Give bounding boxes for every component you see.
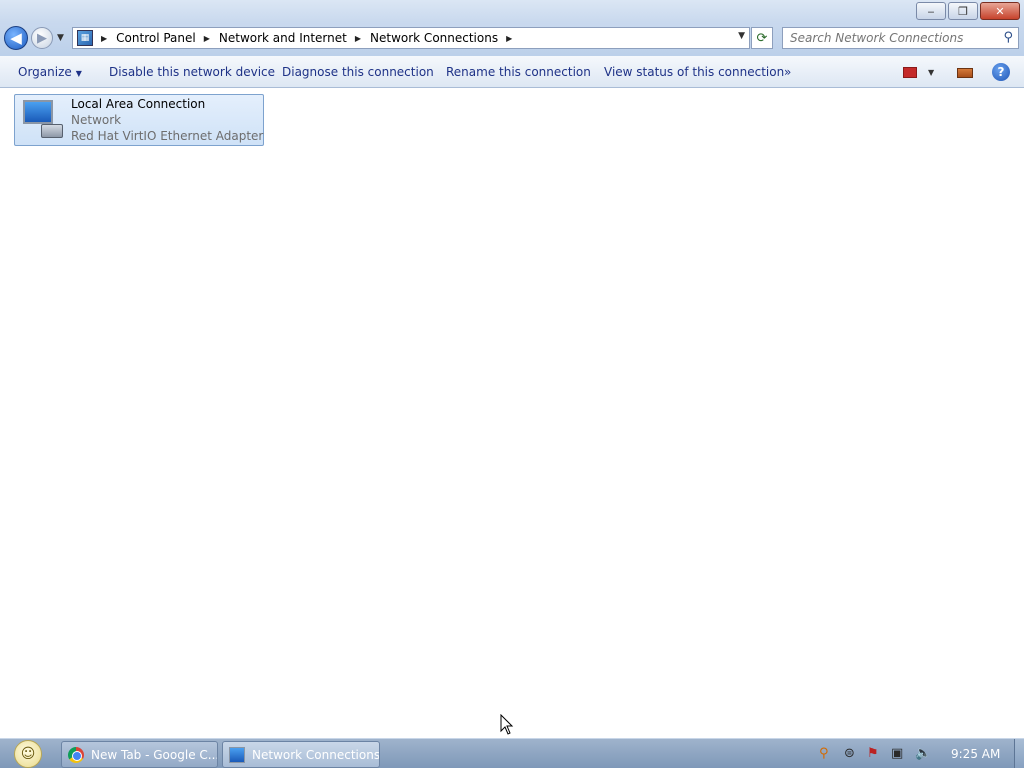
window-controls: ‒ ❐ ✕ xyxy=(914,2,1020,20)
preview-pane-icon[interactable] xyxy=(957,68,973,78)
start-button[interactable]: ☺ xyxy=(8,739,48,768)
clock[interactable]: 9:25 AM xyxy=(951,747,1000,761)
file-list: Local Area Connection Network Red Hat Vi… xyxy=(0,88,1024,738)
diagnose-button[interactable]: Diagnose this connection xyxy=(282,65,434,79)
search-box[interactable]: ⚲ xyxy=(782,27,1019,49)
taskbar-item-label: Network Connections xyxy=(252,747,380,762)
breadcrumb-network-connections[interactable]: Network Connections xyxy=(370,31,498,45)
action-center-icon[interactable]: ⚑ xyxy=(867,746,879,761)
control-panel-icon: ▦ xyxy=(77,30,93,46)
rename-button[interactable]: Rename this connection xyxy=(446,65,591,79)
recent-pages-dropdown[interactable]: ▼ xyxy=(57,33,64,43)
close-button[interactable]: ✕ xyxy=(980,2,1020,20)
organize-label: Organize xyxy=(18,65,72,79)
taskbar-item-network-connections[interactable]: Network Connections xyxy=(222,741,380,768)
breadcrumb-network-and-internet[interactable]: Network and Internet xyxy=(219,31,347,45)
network-connections-icon xyxy=(229,746,245,763)
breadcrumb-arrow-icon[interactable]: ▶ xyxy=(204,34,210,43)
connection-name: Local Area Connection xyxy=(71,97,206,111)
chrome-icon xyxy=(68,746,84,763)
keyboard-tray-icon[interactable]: ⊜ xyxy=(844,746,855,761)
search-tray-icon[interactable]: ⚲ xyxy=(819,746,829,761)
monitor-icon xyxy=(23,100,53,124)
taskbar-item-label: New Tab - Google C... xyxy=(91,747,218,762)
mouse-cursor-icon xyxy=(500,714,514,735)
taskbar: ☺ New Tab - Google C... Network Connecti… xyxy=(0,738,1024,768)
search-icon[interactable]: ⚲ xyxy=(1003,30,1013,45)
connection-adapter: Red Hat VirtIO Ethernet Adapter xyxy=(71,129,264,143)
more-commands-button[interactable]: » xyxy=(784,65,791,79)
address-bar[interactable]: ▦ ▶ Control Panel ▶ Network and Internet… xyxy=(72,27,750,49)
network-tray-icon[interactable]: ▣ xyxy=(891,746,903,761)
forward-button[interactable]: ▶ xyxy=(31,27,53,49)
network-adapter-icon xyxy=(19,98,65,142)
help-icon[interactable]: ? xyxy=(992,63,1010,81)
chevron-down-icon: ▼ xyxy=(75,69,82,78)
change-view-icon[interactable] xyxy=(903,67,917,78)
breadcrumb-arrow-icon[interactable]: ▶ xyxy=(506,34,512,43)
disable-device-button[interactable]: Disable this network device xyxy=(109,65,275,79)
search-input[interactable] xyxy=(790,31,990,45)
volume-icon[interactable]: 🔈 xyxy=(915,746,931,761)
connection-network: Network xyxy=(71,113,122,127)
breadcrumb-arrow-icon[interactable]: ▶ xyxy=(101,34,107,43)
title-bar: ‒ ❐ ✕ xyxy=(0,0,1024,22)
start-orb-icon: ☺ xyxy=(14,740,42,768)
restore-button[interactable]: ❐ xyxy=(948,2,978,20)
view-status-button[interactable]: View status of this connection xyxy=(604,65,784,79)
refresh-button[interactable]: ⟳ xyxy=(751,27,773,49)
breadcrumb-control-panel[interactable]: Control Panel xyxy=(116,31,196,45)
minimize-button[interactable]: ‒ xyxy=(916,2,946,20)
back-button[interactable]: ◀ xyxy=(4,26,28,50)
command-bar: Organize ▼ Disable this network device Di… xyxy=(0,56,1024,88)
address-row: ◀ ▶ ▼ ▦ ▶ Control Panel ▶ Network and In… xyxy=(0,22,1024,56)
address-dropdown-icon[interactable]: ▼ xyxy=(738,31,745,41)
organize-button[interactable]: Organize ▼ xyxy=(18,65,82,79)
view-dropdown-icon[interactable]: ▼ xyxy=(928,68,934,77)
ethernet-plug-icon xyxy=(41,124,63,138)
breadcrumb-arrow-icon[interactable]: ▶ xyxy=(355,34,361,43)
show-desktop-button[interactable] xyxy=(1014,739,1024,768)
connection-item-local-area[interactable]: Local Area Connection Network Red Hat Vi… xyxy=(14,94,264,146)
taskbar-item-chrome[interactable]: New Tab - Google C... xyxy=(61,741,218,768)
